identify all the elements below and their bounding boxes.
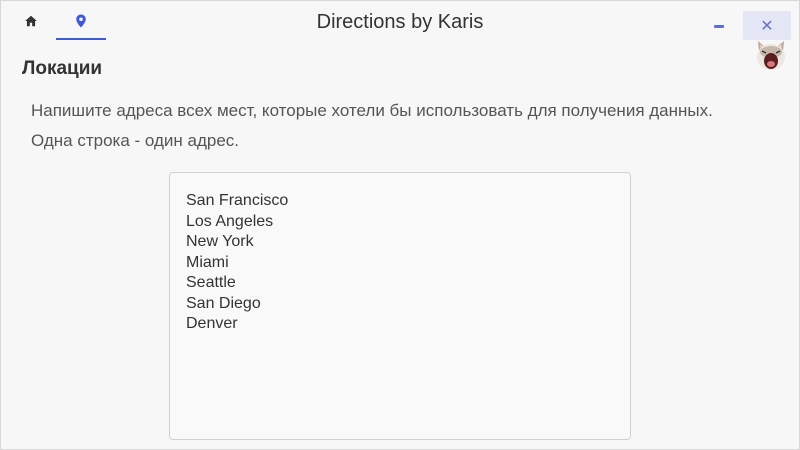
location-line: Denver [186,315,238,332]
active-tab-indicator [56,38,106,40]
close-button[interactable]: ✕ [743,11,791,40]
title-bar: Directions by Karis ✕ [1,1,799,70]
locations-textarea[interactable]: San Francisco Los Angeles New York Miami… [169,172,631,440]
close-icon: ✕ [760,17,774,35]
minimize-icon [714,24,724,28]
app-window: Directions by Karis ✕ Локации Напишите а… [0,0,800,450]
description-line: Одна строка - один адрес. [31,131,240,150]
section-title: Локации [22,58,103,79]
section-description: Напишите адреса всех мест, которые хотел… [31,96,713,156]
location-line: Miami [186,253,229,271]
author-credit: by Karis [411,11,484,33]
location-line: San Francisco [186,192,289,209]
location-line: Los Angeles [186,212,274,230]
location-line: New York [186,233,254,250]
app-name: Directions [316,11,406,33]
avatar-cat-icon [753,37,789,73]
location-line: San Diego [186,294,261,312]
description-line: Напишите адреса всех мест, которые хотел… [31,101,713,120]
location-line: Seattle [186,274,236,291]
minimize-button[interactable] [701,13,737,39]
window-title: Directions by Karis [1,11,799,34]
